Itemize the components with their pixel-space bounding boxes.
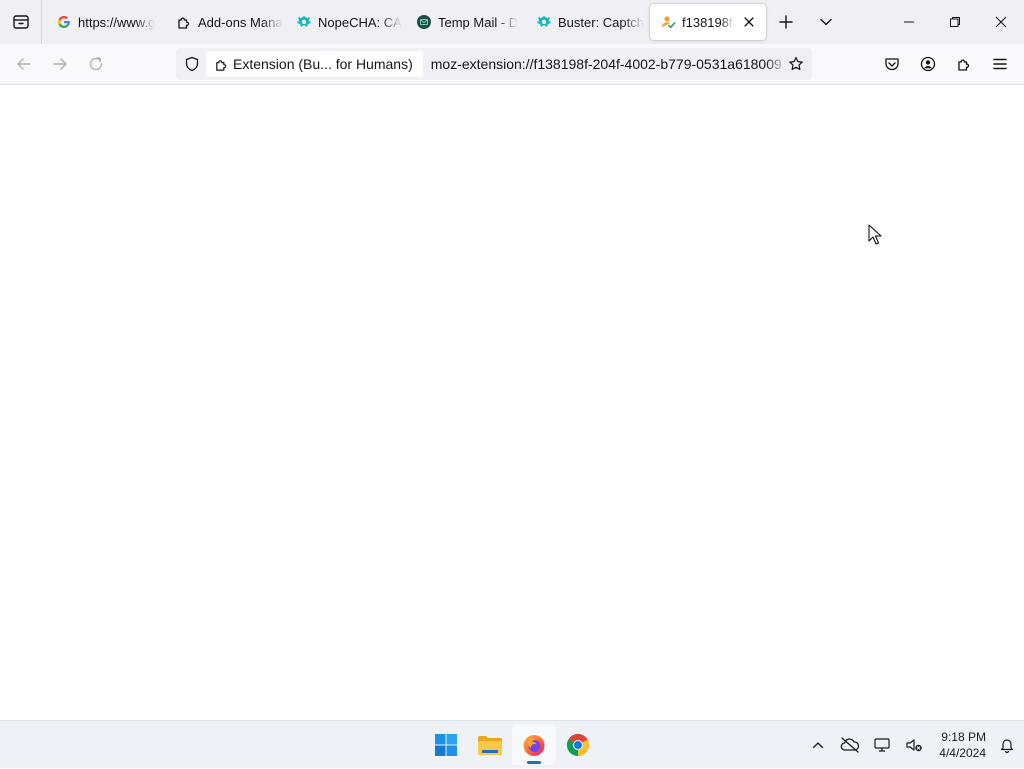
- tab-nopecha[interactable]: NopeCHA: CA: [286, 4, 406, 40]
- back-arrow-icon: [17, 58, 31, 70]
- page-content: [0, 85, 1024, 720]
- tab-label: https://www.g: [78, 14, 156, 30]
- reload-icon: [89, 57, 103, 71]
- buster-extension-icon: [660, 14, 676, 30]
- tab-addons-manager[interactable]: Add-ons Mana: [166, 4, 286, 40]
- tab-label: Temp Mail - D: [438, 14, 519, 30]
- taskbar-apps: [424, 725, 600, 765]
- restore-button[interactable]: [932, 0, 978, 44]
- firefox-taskbar-button[interactable]: [512, 725, 556, 765]
- nopecha-icon: [296, 14, 312, 30]
- account-button[interactable]: [910, 48, 946, 80]
- tab-buster-captcha[interactable]: Buster: Captch: [526, 4, 646, 40]
- clock-date: 4/4/2024: [939, 746, 986, 760]
- chrome-icon: [567, 734, 589, 756]
- file-explorer-icon: [478, 736, 502, 755]
- tab-label: f138198f-20: [682, 14, 734, 30]
- google-icon: [56, 14, 72, 30]
- forward-button[interactable]: [42, 48, 78, 80]
- clock-time: 9:18 PM: [941, 730, 986, 744]
- tab-temp-mail[interactable]: Temp Mail - D: [406, 4, 526, 40]
- chevron-up-icon: [812, 742, 824, 749]
- notifications-button[interactable]: [990, 721, 1024, 769]
- hamburger-menu-icon: [993, 58, 1007, 70]
- window-controls: [886, 0, 1024, 44]
- firefox-view-button[interactable]: [0, 0, 42, 44]
- buster-icon: [536, 14, 552, 30]
- windows-taskbar: 9:18 PM 4/4/2024: [0, 720, 1024, 768]
- tab-label: NopeCHA: CA: [318, 14, 402, 30]
- forward-arrow-icon: [53, 58, 67, 70]
- close-window-button[interactable]: [978, 0, 1024, 44]
- start-button[interactable]: [424, 725, 468, 765]
- restore-icon: [950, 17, 960, 27]
- tab-label: Add-ons Mana: [198, 14, 283, 30]
- app-menu-button[interactable]: [982, 48, 1018, 80]
- extensions-button[interactable]: [946, 48, 982, 80]
- url-text[interactable]: moz-extension://f138198f-204f-4002-b779-…: [431, 56, 787, 72]
- navigation-toolbar: Extension (Bu... for Humans) moz-extensi…: [0, 44, 1024, 85]
- list-all-tabs-button[interactable]: [806, 0, 846, 44]
- address-bar[interactable]: Extension (Bu... for Humans) moz-extensi…: [176, 48, 812, 80]
- site-identity-button[interactable]: Extension (Bu... for Humans): [206, 51, 423, 77]
- new-tab-button[interactable]: [766, 0, 806, 44]
- temp-mail-icon: [416, 14, 432, 30]
- minimize-icon: [904, 21, 914, 23]
- tab-extension-page[interactable]: f138198f-20: [650, 4, 766, 40]
- file-explorer-button[interactable]: [468, 725, 512, 765]
- cloud-offline-icon: [840, 737, 860, 753]
- firefox-view-icon: [12, 15, 29, 29]
- onedrive-button[interactable]: [834, 721, 866, 769]
- tab-google[interactable]: https://www.g: [46, 4, 166, 40]
- chevron-down-icon: [820, 18, 832, 26]
- chrome-taskbar-button[interactable]: [556, 725, 600, 765]
- minimize-button[interactable]: [886, 0, 932, 44]
- network-button[interactable]: [866, 721, 898, 769]
- bell-icon: [1000, 739, 1014, 753]
- back-button[interactable]: [6, 48, 42, 80]
- shield-icon: [185, 56, 199, 72]
- puzzle-piece-icon: [958, 59, 970, 71]
- tab-label: Buster: Captch: [558, 14, 644, 30]
- volume-button[interactable]: [898, 721, 930, 769]
- toolbar-right: [874, 48, 1018, 80]
- tab-strip: https://www.g Add-ons Mana NopeCHA: CA T…: [0, 0, 1024, 44]
- speaker-muted-icon: [906, 739, 922, 752]
- account-icon: [920, 56, 936, 72]
- identity-label: Extension (Bu... for Humans): [233, 56, 413, 72]
- firefox-icon: [523, 735, 545, 756]
- close-tab-icon[interactable]: [740, 13, 758, 31]
- reload-button[interactable]: [78, 48, 114, 80]
- clock[interactable]: 9:18 PM 4/4/2024: [930, 729, 990, 761]
- system-tray: 9:18 PM 4/4/2024: [802, 721, 1024, 769]
- pocket-button[interactable]: [874, 48, 910, 80]
- mouse-pointer-icon: [868, 224, 882, 251]
- pocket-icon: [885, 58, 899, 71]
- show-hidden-icons-button[interactable]: [802, 721, 834, 769]
- star-icon: [789, 57, 803, 71]
- plus-icon: [779, 15, 793, 29]
- bookmark-star-button[interactable]: [784, 52, 808, 76]
- puzzle-piece-icon: [176, 14, 192, 30]
- network-icon: [874, 738, 890, 752]
- puzzle-piece-icon: [216, 59, 227, 71]
- close-icon: [995, 16, 1007, 28]
- windows-start-icon: [435, 734, 457, 756]
- tracking-protection-button[interactable]: [176, 48, 208, 80]
